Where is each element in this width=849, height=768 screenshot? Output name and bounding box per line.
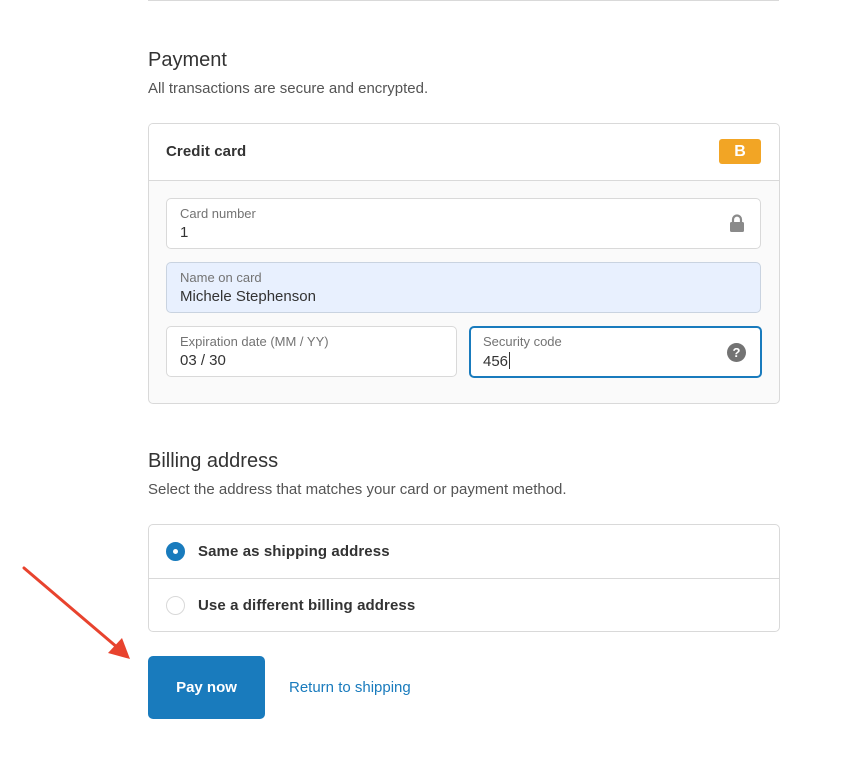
billing-title: Billing address: [148, 450, 279, 472]
name-on-card-value: Michele Stephenson: [180, 288, 316, 305]
radio-selected-icon[interactable]: [166, 542, 185, 561]
name-on-card-field[interactable]: Name on card Michele Stephenson: [166, 262, 761, 313]
security-code-value: 456: [483, 353, 509, 370]
name-on-card-label: Name on card: [180, 270, 262, 285]
security-code-label: Security code: [483, 334, 562, 349]
card-number-label: Card number: [180, 206, 256, 221]
expiration-date-value: 03 / 30: [180, 352, 226, 369]
lock-icon: [730, 214, 744, 232]
card-number-value: 1: [180, 224, 189, 241]
billing-option-same-as-shipping[interactable]: Same as shipping address: [149, 525, 779, 578]
security-code-value-wrap: 456: [483, 352, 511, 370]
pay-now-button[interactable]: Pay now: [148, 656, 265, 719]
payment-title: Payment: [148, 49, 227, 71]
annotation-arrow-icon: [22, 566, 130, 659]
help-icon[interactable]: ?: [727, 343, 746, 362]
credit-card-label: Credit card: [166, 143, 247, 160]
billing-option-different-address[interactable]: Use a different billing address: [149, 578, 779, 631]
billing-subtitle: Select the address that matches your car…: [148, 481, 567, 498]
payment-subtitle: All transactions are secure and encrypte…: [148, 80, 429, 97]
card-brand-badge: B: [719, 139, 761, 164]
checkout-page: Payment All transactions are secure and …: [0, 0, 849, 768]
expiration-date-field[interactable]: Expiration date (MM / YY) 03 / 30: [166, 326, 457, 377]
payment-method-box: Credit card B Card number 1 Name on card…: [148, 123, 780, 404]
security-code-field[interactable]: Security code 456 ?: [469, 326, 762, 378]
return-to-shipping-link[interactable]: Return to shipping: [289, 679, 411, 696]
billing-option-label: Same as shipping address: [198, 543, 390, 560]
credit-card-header[interactable]: Credit card B: [149, 124, 779, 181]
expiration-date-label: Expiration date (MM / YY): [180, 334, 329, 349]
card-number-field[interactable]: Card number 1: [166, 198, 761, 249]
billing-option-label: Use a different billing address: [198, 597, 416, 614]
text-caret: [509, 352, 511, 369]
billing-options-box: Same as shipping address Use a different…: [148, 524, 780, 632]
section-divider: [148, 0, 779, 1]
radio-unselected-icon[interactable]: [166, 596, 185, 615]
